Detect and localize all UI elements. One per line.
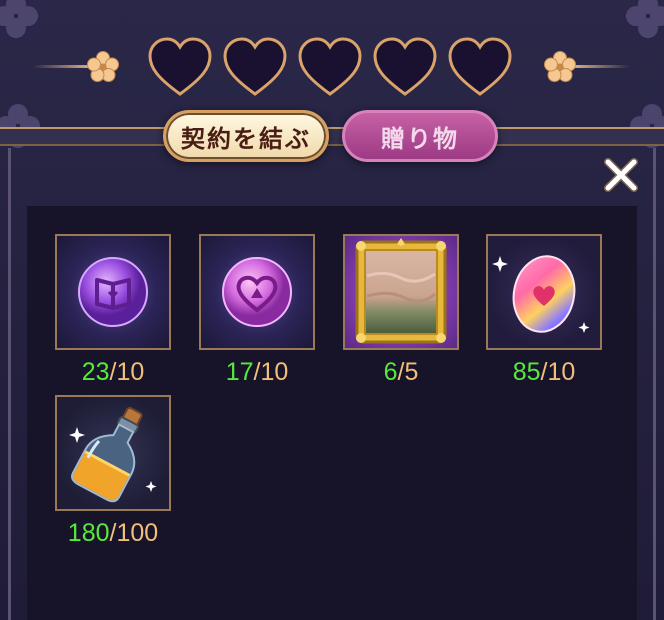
tab-bar — [0, 127, 664, 146]
required-count: 5 — [404, 358, 419, 386]
affection-heart-icon — [373, 37, 437, 96]
heart-orb-icon — [222, 257, 292, 327]
item-book-orb[interactable]: 23/10 — [55, 234, 171, 387]
item-rainbow-heart-egg[interactable]: 85/10 — [486, 234, 602, 387]
sakura-icon — [87, 51, 119, 82]
painting-icon — [355, 238, 447, 344]
required-count: 10 — [547, 358, 576, 386]
affection-heart-icon — [223, 37, 287, 96]
sakura-icon — [544, 51, 576, 82]
corner-flower-icon — [626, 0, 664, 38]
potion-bottle-icon — [69, 406, 157, 503]
required-count: 10 — [260, 358, 289, 386]
affection-hearts — [146, 36, 518, 100]
item-count: 17/10 — [199, 358, 315, 387]
item-painting[interactable]: 6/5 — [343, 234, 459, 387]
corner-flower-icon — [0, 104, 40, 148]
item-slot — [486, 234, 602, 350]
current-count: 180 — [67, 519, 110, 547]
rainbow-heart-egg-icon — [492, 255, 590, 333]
corner-flower-icon — [0, 0, 38, 38]
item-count: 6/5 — [343, 358, 459, 387]
affection-heart-icon — [148, 37, 212, 96]
item-count: 180/100 — [55, 519, 171, 548]
item-potion-bottle[interactable]: 180/100 — [55, 395, 171, 548]
item-slot — [199, 234, 315, 350]
current-count: 23 — [81, 358, 110, 386]
corner-flower-icon — [630, 104, 664, 148]
item-slot — [343, 234, 459, 350]
affection-heart-icon — [298, 37, 362, 96]
required-count: 10 — [116, 358, 145, 386]
item-count: 85/10 — [486, 358, 602, 387]
current-count: 6 — [383, 358, 398, 386]
current-count: 17 — [225, 358, 254, 386]
current-count: 85 — [512, 358, 541, 386]
required-count: 100 — [116, 519, 159, 547]
item-count: 23/10 — [55, 358, 171, 387]
affection-heart-icon — [448, 37, 512, 96]
item-heart-orb[interactable]: 17/10 — [199, 234, 315, 387]
item-slot — [55, 234, 171, 350]
item-slot — [55, 395, 171, 511]
book-orb-icon — [78, 257, 148, 327]
header-ornament-line — [570, 65, 630, 68]
header-ornament-line — [32, 65, 94, 68]
